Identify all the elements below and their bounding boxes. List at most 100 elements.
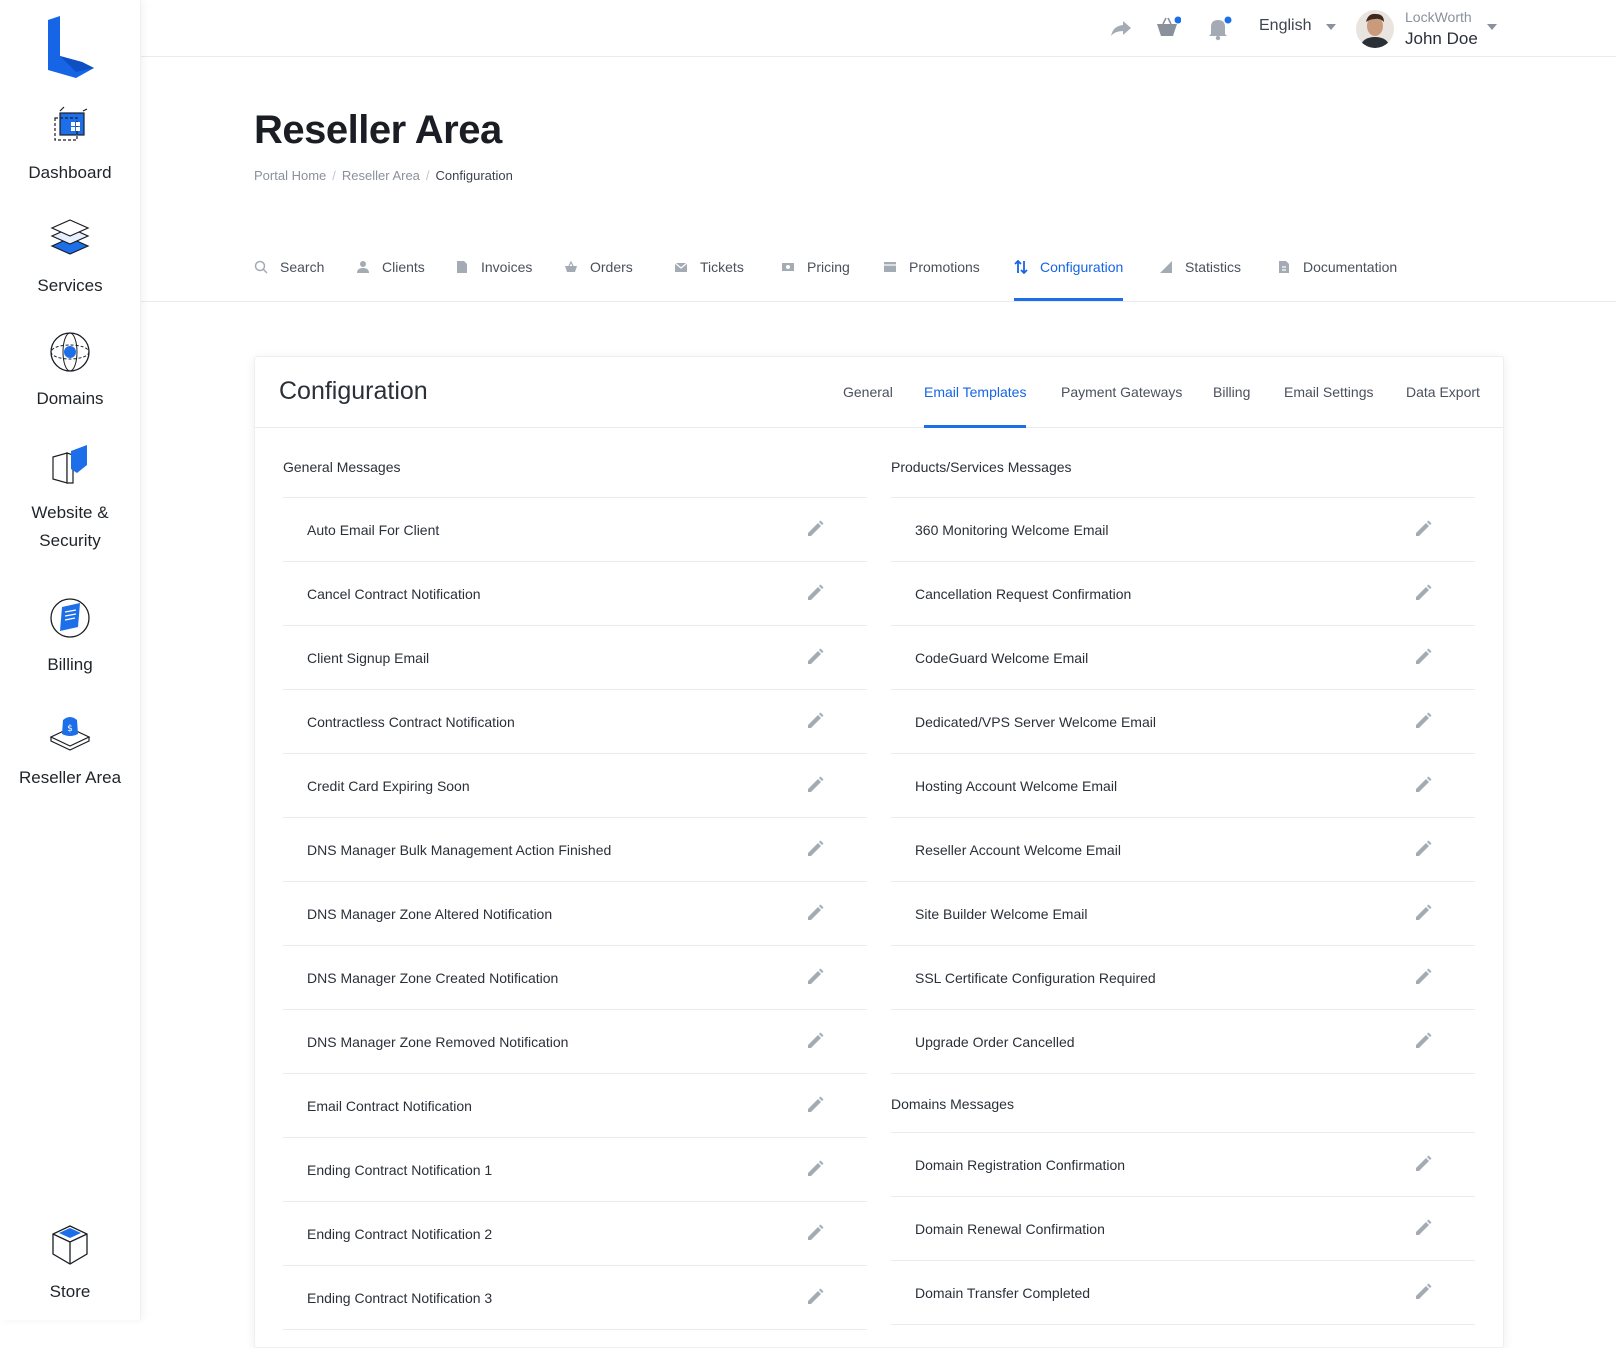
products-messages-column: Products/Services Messages 360 Monitorin… xyxy=(891,427,1475,1325)
share-icon[interactable] xyxy=(1108,15,1134,41)
sidebar-item-reseller-area[interactable]: $ Reseller Area xyxy=(0,708,140,792)
template-name: Site Builder Welcome Email xyxy=(915,905,1088,922)
pencil-icon[interactable] xyxy=(805,1223,825,1243)
template-row[interactable]: Client Signup Email xyxy=(283,626,867,690)
pencil-icon[interactable] xyxy=(1413,1154,1433,1174)
search-icon xyxy=(254,260,268,274)
tab-statistics[interactable]: Statistics xyxy=(1159,235,1241,299)
subtab-email-templates[interactable]: Email Templates xyxy=(924,357,1027,428)
template-row[interactable]: Contractless Contract Notification xyxy=(283,690,867,754)
template-row[interactable]: Cancellation Request Confirmation xyxy=(891,562,1475,626)
template-row[interactable]: DNS Manager Zone Removed Notification xyxy=(283,1010,867,1074)
tab-orders[interactable]: Orders xyxy=(564,235,633,299)
sidebar-item-label: Website & xyxy=(31,503,109,522)
sidebar-item-label: Billing xyxy=(47,655,93,674)
template-row[interactable]: 360 Monitoring Welcome Email xyxy=(891,498,1475,562)
pencil-icon[interactable] xyxy=(1413,519,1433,539)
template-row[interactable]: Domain Transfer Completed xyxy=(891,1261,1475,1325)
subtab-data-export[interactable]: Data Export xyxy=(1406,357,1480,427)
pencil-icon[interactable] xyxy=(805,647,825,667)
template-row[interactable]: Domain Renewal Confirmation xyxy=(891,1197,1475,1261)
avatar[interactable] xyxy=(1356,10,1394,48)
template-row[interactable]: DNS Manager Zone Created Notification xyxy=(283,946,867,1010)
template-row[interactable]: Dedicated/VPS Server Welcome Email xyxy=(891,690,1475,754)
tab-documentation[interactable]: Documentation xyxy=(1277,235,1397,299)
subtab-general[interactable]: General xyxy=(843,357,893,427)
template-row[interactable]: Domain Registration Confirmation xyxy=(891,1133,1475,1197)
pencil-icon[interactable] xyxy=(1413,775,1433,795)
tab-tickets[interactable]: Tickets xyxy=(674,235,744,299)
template-row[interactable]: Ending Contract Notification 2 xyxy=(283,1202,867,1266)
pencil-icon[interactable] xyxy=(805,583,825,603)
cart-icon[interactable] xyxy=(1155,15,1181,41)
sidebar-item-services[interactable]: Services xyxy=(0,216,140,300)
template-row[interactable]: Email Contract Notification xyxy=(283,1074,867,1138)
template-name: Dedicated/VPS Server Welcome Email xyxy=(915,713,1156,730)
breadcrumb: Portal Home / Reseller Area / Configuration xyxy=(254,168,513,183)
template-row[interactable]: SSL Certificate Configuration Required xyxy=(891,946,1475,1010)
pencil-icon[interactable] xyxy=(1413,967,1433,987)
template-row[interactable]: DNS Manager Zone Altered Notification xyxy=(283,882,867,946)
pencil-icon[interactable] xyxy=(1413,583,1433,603)
pencil-icon[interactable] xyxy=(805,1095,825,1115)
template-row[interactable]: Ending Contract Notification 1 xyxy=(283,1138,867,1202)
avatar-image xyxy=(1356,10,1394,48)
pencil-icon[interactable] xyxy=(805,775,825,795)
language-selector[interactable]: English xyxy=(1259,17,1311,35)
template-row[interactable]: Hosting Account Welcome Email xyxy=(891,754,1475,818)
template-row[interactable]: Cancel Contract Notification xyxy=(283,562,867,626)
pencil-icon[interactable] xyxy=(1413,647,1433,667)
tab-clients[interactable]: Clients xyxy=(356,235,425,299)
tab-pricing[interactable]: Pricing xyxy=(781,235,850,299)
pencil-icon[interactable] xyxy=(805,839,825,859)
tab-search[interactable]: Search xyxy=(254,235,324,299)
breadcrumb-portal-home[interactable]: Portal Home xyxy=(254,168,326,183)
template-row[interactable]: Auto Email For Client xyxy=(283,498,867,562)
sidebar-item-store[interactable]: Store xyxy=(0,1222,140,1306)
template-row[interactable]: Ending Contract Notification 3 xyxy=(283,1266,867,1330)
pencil-icon[interactable] xyxy=(805,1287,825,1307)
template-row[interactable]: Upgrade Order Cancelled xyxy=(891,1010,1475,1074)
template-name: 360 Monitoring Welcome Email xyxy=(915,521,1109,538)
brand-logo-icon[interactable] xyxy=(42,16,98,78)
user-name[interactable]: John Doe xyxy=(1405,29,1478,49)
tab-configuration[interactable]: Configuration xyxy=(1014,235,1124,301)
sidebar-item-domains[interactable]: Domains xyxy=(0,329,140,413)
pencil-icon[interactable] xyxy=(1413,1282,1433,1302)
template-name: Auto Email For Client xyxy=(307,521,440,538)
template-row[interactable]: DNS Manager Bulk Management Action Finis… xyxy=(283,818,867,882)
pencil-icon[interactable] xyxy=(805,967,825,987)
sidebar-item-dashboard[interactable]: Dashboard xyxy=(0,103,140,187)
pencil-icon[interactable] xyxy=(1413,839,1433,859)
bell-icon[interactable] xyxy=(1206,15,1232,41)
template-row[interactable]: Credit Card Expiring Soon xyxy=(283,754,867,818)
pencil-icon[interactable] xyxy=(1413,1031,1433,1051)
section-title-general: General Messages xyxy=(283,427,867,498)
pencil-icon[interactable] xyxy=(1413,711,1433,731)
breadcrumb-separator: / xyxy=(332,168,336,183)
pencil-icon[interactable] xyxy=(805,1159,825,1179)
pencil-icon[interactable] xyxy=(1413,1218,1433,1238)
pencil-icon[interactable] xyxy=(805,519,825,539)
subtab-billing[interactable]: Billing xyxy=(1213,357,1250,427)
sidebar-item-billing[interactable]: Billing xyxy=(0,595,140,679)
subtab-payment-gateways[interactable]: Payment Gateways xyxy=(1061,357,1182,427)
tab-label: Tickets xyxy=(700,259,744,275)
tab-invoices[interactable]: Invoices xyxy=(455,235,532,299)
template-name: Ending Contract Notification 1 xyxy=(307,1161,493,1178)
pencil-icon[interactable] xyxy=(1413,903,1433,923)
template-row[interactable]: Reseller Account Welcome Email xyxy=(891,818,1475,882)
template-row[interactable]: CodeGuard Welcome Email xyxy=(891,626,1475,690)
pencil-icon[interactable] xyxy=(805,711,825,731)
envelope-icon xyxy=(674,262,688,272)
chevron-down-icon[interactable] xyxy=(1326,24,1336,30)
subtab-email-settings[interactable]: Email Settings xyxy=(1284,357,1373,427)
sidebar-item-website-security[interactable]: Website & Security xyxy=(0,443,140,555)
doc-icon xyxy=(1279,261,1289,273)
chevron-down-icon[interactable] xyxy=(1487,24,1497,30)
pencil-icon[interactable] xyxy=(805,1031,825,1051)
template-row[interactable]: Site Builder Welcome Email xyxy=(891,882,1475,946)
tab-promotions[interactable]: Promotions xyxy=(883,235,980,299)
pencil-icon[interactable] xyxy=(805,903,825,923)
breadcrumb-reseller-area[interactable]: Reseller Area xyxy=(342,168,420,183)
